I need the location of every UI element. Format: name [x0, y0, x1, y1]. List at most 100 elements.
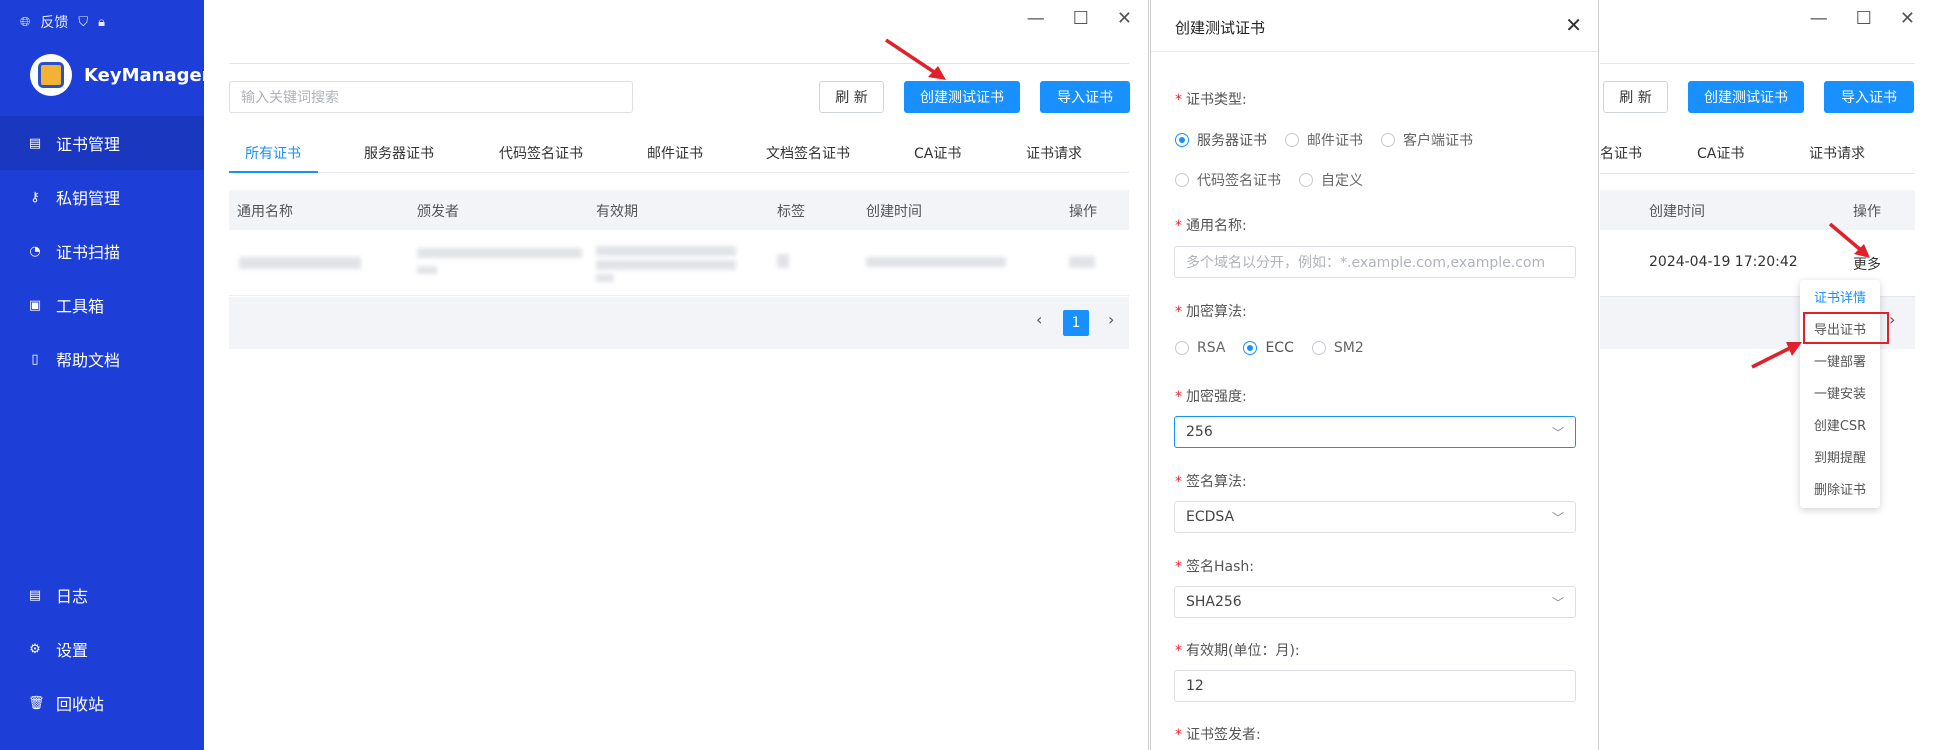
common-name-input[interactable]: 多个域名以分开，例如：*.example.com,example.com	[1174, 246, 1576, 278]
radio-checked-icon	[1175, 133, 1189, 147]
cert-type-radio-group: 服务器证书 邮件证书 客户端证书	[1175, 130, 1473, 150]
col-actions: 操作	[1069, 204, 1097, 220]
sign-algo-label: * 签名算法:	[1175, 474, 1247, 490]
toolbox-icon: ▣	[28, 297, 42, 313]
nav-item-cert-scan[interactable]: ◔ 证书扫描	[0, 224, 204, 278]
redacted-created-time	[866, 257, 1006, 267]
col-created-time: 创建时间	[1649, 204, 1705, 220]
menu-item-expiry-reminder[interactable]: 到期提醒	[1800, 447, 1880, 466]
page-number-current[interactable]: 1	[1063, 310, 1089, 336]
more-link[interactable]: 更多	[1853, 254, 1881, 274]
col-issuer: 颁发者	[417, 204, 459, 220]
create-test-cert-button[interactable]: 创建测试证书	[904, 81, 1020, 113]
search-input[interactable]: 输入关键词搜索	[229, 81, 633, 113]
next-page-button[interactable]: ›	[1108, 310, 1114, 329]
nav-item-key-management[interactable]: ⚷ 私钥管理	[0, 170, 204, 224]
globe-icon[interactable]: 🌐︎	[20, 15, 30, 30]
col-common-name: 通用名称	[237, 204, 293, 220]
next-page-button[interactable]: ›	[1889, 310, 1895, 329]
main-nav: ▤ 证书管理 ⚷ 私钥管理 ◔ 证书扫描 ▣ 工具箱 ▯ 帮助文档	[0, 116, 204, 386]
tab-cert-requests[interactable]: 证书请求	[1809, 143, 1865, 163]
common-name-placeholder: 多个域名以分开，例如：*.example.com,example.com	[1186, 255, 1546, 271]
close-icon[interactable]: ✕	[1565, 13, 1582, 37]
radio-icon	[1299, 173, 1313, 187]
menu-item-cert-details[interactable]: 证书详情	[1800, 287, 1880, 306]
redacted-validity	[596, 246, 736, 256]
strength-label: * 加密强度:	[1175, 389, 1247, 405]
close-icon[interactable]: ✕	[1900, 8, 1915, 29]
radio-custom[interactable]: 自定义	[1299, 170, 1363, 190]
create-test-cert-button[interactable]: 创建测试证书	[1688, 81, 1804, 113]
nav-label: 回收站	[56, 695, 105, 714]
menu-item-one-click-deploy[interactable]: 一键部署	[1800, 351, 1880, 370]
minimize-icon[interactable]: —	[1810, 8, 1828, 29]
screenshot-composite: 🌐︎ 反馈 ⛉ 🔒︎ KeyManager ▤ 证书管理 ⚷ 私钥管理 ◔ 证书…	[0, 0, 1933, 750]
tab-email-certs[interactable]: 邮件证书	[647, 143, 703, 163]
tab-cert-requests[interactable]: 证书请求	[1026, 143, 1082, 163]
col-validity: 有效期	[596, 204, 638, 220]
redacted-issuer	[417, 248, 582, 258]
menu-item-delete-cert[interactable]: 删除证书	[1800, 479, 1880, 498]
maximize-icon[interactable]: ☐	[1073, 8, 1089, 29]
cert-type-radio-group-2: 代码签名证书 自定义	[1175, 170, 1363, 190]
nav-item-log[interactable]: ▤ 日志	[0, 568, 204, 622]
chevron-down-icon: ﹀	[1551, 425, 1564, 440]
dialog-header: 创建测试证书 ✕	[1151, 0, 1598, 52]
tab-code-signing-certs[interactable]: 代码签名证书	[499, 143, 583, 163]
validity-input[interactable]: 12	[1174, 670, 1576, 702]
issuer-label: * 证书签发者:	[1175, 727, 1261, 743]
table-row[interactable]	[229, 230, 1129, 296]
nav-item-toolbox[interactable]: ▣ 工具箱	[0, 278, 204, 332]
nav-item-cert-management[interactable]: ▤ 证书管理	[0, 116, 204, 170]
feedback-link[interactable]: 反馈	[40, 12, 68, 32]
divider	[229, 63, 1129, 64]
tab-server-certs[interactable]: 服务器证书	[364, 143, 434, 163]
nav-item-recycle-bin[interactable]: 🗑︎ 回收站	[0, 676, 204, 730]
redacted-action	[1069, 256, 1095, 268]
log-icon: ▤	[28, 587, 42, 603]
active-tab-indicator	[229, 171, 318, 173]
tab-doc-signing-certs-partial[interactable]: 名证书	[1600, 143, 1642, 163]
col-tags: 标签	[777, 204, 805, 220]
refresh-button[interactable]: 刷 新	[1603, 81, 1668, 113]
radio-rsa[interactable]: RSA	[1175, 340, 1225, 356]
menu-item-one-click-install[interactable]: 一键安装	[1800, 383, 1880, 402]
radio-email-cert[interactable]: 邮件证书	[1285, 130, 1363, 150]
app-logo-icon	[30, 54, 72, 96]
minimize-icon[interactable]: —	[1027, 8, 1045, 29]
menu-item-create-csr[interactable]: 创建CSR	[1800, 415, 1880, 434]
nav-item-settings[interactable]: ⚙ 设置	[0, 622, 204, 676]
prev-page-button[interactable]: ‹	[1036, 310, 1042, 329]
shirt-icon[interactable]: ⛉	[78, 15, 88, 30]
tab-ca-certs[interactable]: CA证书	[1697, 143, 1744, 163]
radio-server-cert[interactable]: 服务器证书	[1175, 130, 1267, 150]
strength-select[interactable]: 256 ﹀	[1174, 416, 1576, 448]
nav-label: 日志	[56, 587, 89, 606]
radio-ecc[interactable]: ECC	[1243, 340, 1294, 356]
redacted-common-name	[239, 257, 361, 269]
algo-label: * 加密算法:	[1175, 304, 1247, 320]
hash-select[interactable]: SHA256 ﹀	[1174, 586, 1576, 618]
lock-icon[interactable]: 🔒︎	[98, 15, 105, 30]
annotation-arrow	[885, 38, 946, 80]
nav-label: 工具箱	[56, 297, 105, 316]
nav-item-help-docs[interactable]: ▯ 帮助文档	[0, 332, 204, 386]
hash-value: SHA256	[1186, 594, 1242, 610]
close-icon[interactable]: ✕	[1117, 8, 1132, 29]
tab-doc-signing-certs[interactable]: 文档签名证书	[766, 143, 850, 163]
window-controls: — ☐ ✕	[1810, 8, 1915, 29]
radio-client-cert[interactable]: 客户端证书	[1381, 130, 1473, 150]
radio-sm2[interactable]: SM2	[1311, 340, 1364, 356]
import-cert-button[interactable]: 导入证书	[1824, 81, 1914, 113]
tab-all-certs[interactable]: 所有证书	[245, 143, 301, 163]
tab-ca-certs[interactable]: CA证书	[914, 143, 961, 163]
import-cert-button[interactable]: 导入证书	[1040, 81, 1130, 113]
col-created-time: 创建时间	[866, 204, 922, 220]
highlight-box	[1803, 312, 1889, 344]
pagination: ‹ 1 ›	[229, 297, 1129, 349]
radio-code-signing-cert[interactable]: 代码签名证书	[1175, 170, 1281, 190]
sign-algo-select[interactable]: ECDSA ﹀	[1174, 501, 1576, 533]
refresh-button[interactable]: 刷 新	[819, 81, 884, 113]
strength-value: 256	[1186, 424, 1213, 440]
maximize-icon[interactable]: ☐	[1856, 8, 1872, 29]
